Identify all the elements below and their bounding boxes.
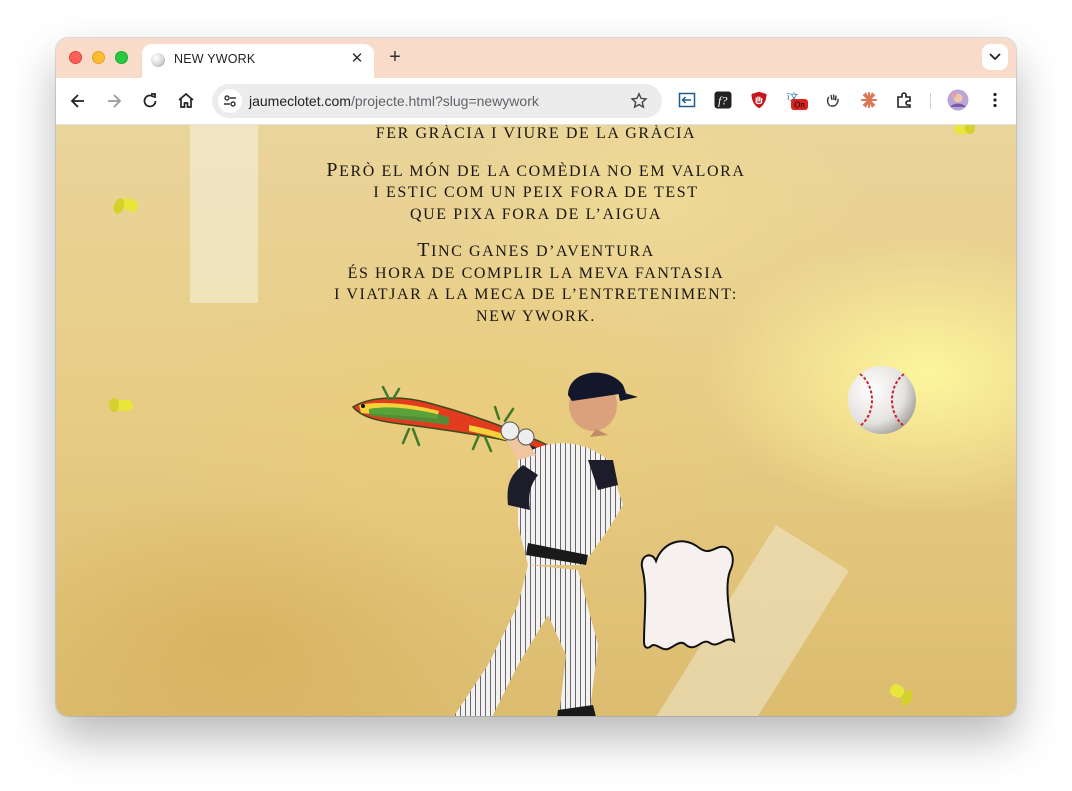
gesture-icon [826,94,839,107]
ublock-extension[interactable] [750,91,768,109]
poem-line: NEW YWORK. [476,307,596,325]
gesture-extension[interactable] [824,91,842,109]
site-info-button[interactable] [218,89,242,113]
ublock-icon [751,91,767,109]
tab-search-button[interactable] [982,44,1008,70]
poem-line: FER GRÀCIA I VIURE DE LA GRÀCIA [375,125,697,142]
extensions-button[interactable] [896,91,914,109]
poem-line: I ESTIC COM UN PEIX FORA DE TEST [373,184,699,201]
minimize-window-button[interactable] [92,51,105,64]
toolbar: jaumeclotet.com/projecte.html?slug=newyw… [56,78,1016,125]
extension-badge-text: On [794,101,805,110]
address-bar[interactable]: jaumeclotet.com/projecte.html?slug=newyw… [212,84,662,118]
baseball-image [848,366,916,434]
home-button[interactable] [176,91,196,111]
ghost-doodle [640,540,736,651]
toolbar-divider [930,93,931,109]
poem-line: QUE PIXA FORA DE L’AIGUA [409,205,663,223]
poem-line: I VIATJAR A LA MECA DE L’ENTRETENIMENT: [334,286,738,303]
reader-icon [678,92,696,108]
browser-menu-button[interactable] [986,91,1004,109]
translate-icon: ī文 On [786,91,808,110]
url-domain: jaumeclotet.com [249,93,351,109]
poem-stanza: FER GRÀCIA I VIURE DE LA GRÀCIA [56,125,1016,145]
more-vert-icon [993,92,997,108]
reload-button[interactable] [140,91,160,111]
translate-extension[interactable]: ī文 On [786,91,812,110]
pushpin-icon [889,684,913,706]
baseball-icon [151,53,165,67]
tune-icon [224,95,236,107]
poem-line: PERÒ EL MÓN DE LA COMÈDIA NO EM VALORA [326,158,746,181]
poem-stanza: PERÒ EL MÓN DE LA COMÈDIA NO EM VALORA I… [56,158,1016,226]
new-tab-button[interactable]: + [384,46,406,68]
pushpin-icon [109,398,133,412]
url-text: jaumeclotet.com/projecte.html?slug=newyw… [249,93,539,109]
reload-icon [143,93,157,108]
puzzle-icon [897,92,911,108]
tab-newywork[interactable]: NEW YWORK ✕ [142,44,374,78]
zoom-window-button[interactable] [115,51,128,64]
url-path: /projecte.html?slug=newywork [350,93,539,109]
poem-line: ÉS HORA DE COMPLIR LA MEVA FANTASIA [347,264,725,282]
tab-title: NEW YWORK [174,52,256,66]
forward-button[interactable] [104,91,124,111]
reader-extension[interactable] [678,91,696,109]
arrow-left-icon [70,94,84,108]
chevron-down-icon [989,53,1001,61]
browser-window: NEW YWORK ✕ + jaumeclotet.com/projecte.h… [56,38,1016,716]
home-icon [178,92,194,108]
claude-icon [861,92,877,108]
arrow-right-icon [108,94,122,108]
claude-extension[interactable] [860,91,878,109]
star-icon [630,92,648,109]
close-window-button[interactable] [69,51,82,64]
poem-stanza: TINC GANES D’AVENTURA ÉS HORA DE COMPLIR… [56,239,1016,327]
avatar-icon [947,89,969,111]
poem-line: TINC GANES D’AVENTURA [417,239,655,261]
profile-avatar[interactable] [947,89,969,111]
fontface-icon: f? [714,91,732,109]
page-content: FER GRÀCIA I VIURE DE LA GRÀCIA PERÒ EL … [56,125,1016,716]
fontface-extension[interactable]: f? [714,91,732,109]
svg-text:f?: f? [718,94,727,108]
bookmark-star-button[interactable] [630,92,648,115]
back-button[interactable] [68,91,88,111]
poem-text: FER GRÀCIA I VIURE DE LA GRÀCIA PERÒ EL … [56,125,1016,342]
close-tab-button[interactable]: ✕ [348,50,366,68]
tab-strip: NEW YWORK ✕ + [56,38,1016,78]
